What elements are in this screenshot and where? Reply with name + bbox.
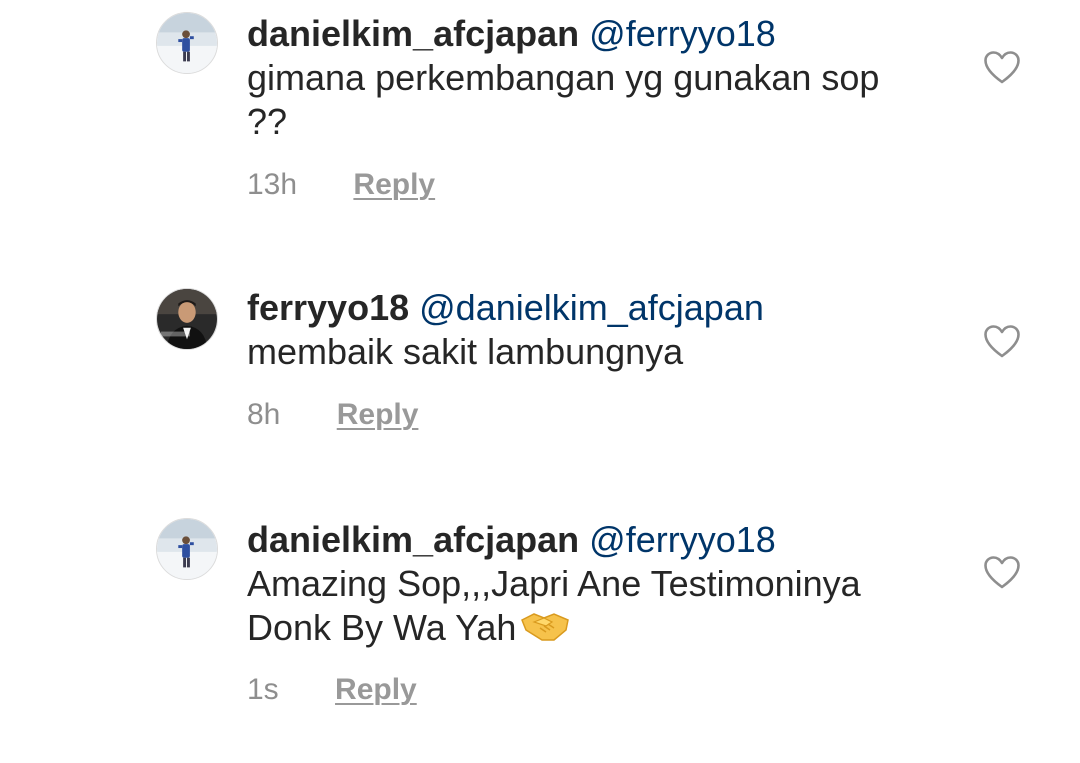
comment-meta: 1s Reply — [247, 672, 417, 708]
comment-username[interactable]: ferryyo18 — [247, 287, 409, 328]
comment-item: danielkim_afcjapan @ferryyo18 gimana per… — [0, 0, 1080, 240]
comment-text-block: ferryyo18 @danielkim_afcjapan membaik sa… — [247, 286, 947, 374]
comment-text-block: danielkim_afcjapan @ferryyo18 Amazing So… — [247, 518, 947, 650]
like-button[interactable] — [984, 51, 1020, 84]
heart-outline-icon — [984, 51, 1020, 84]
like-button[interactable] — [984, 556, 1020, 589]
avatar[interactable] — [156, 12, 218, 74]
comment-body: membaik sakit lambungnya — [247, 331, 684, 372]
comment-mention[interactable]: @ferryyo18 — [589, 519, 776, 560]
avatar-person-snow-icon — [157, 519, 217, 579]
comment-item: danielkim_afcjapan @ferryyo18 Amazing So… — [0, 510, 1080, 763]
comment-body: gimana perkembangan yg gunakan sop ?? — [247, 57, 880, 142]
avatar[interactable] — [156, 288, 218, 350]
avatar[interactable] — [156, 518, 218, 580]
heart-outline-icon — [984, 556, 1020, 589]
like-button[interactable] — [984, 325, 1020, 358]
comment-username[interactable]: danielkim_afcjapan — [247, 13, 579, 54]
comment-mention[interactable]: @ferryyo18 — [589, 13, 776, 54]
comment-timestamp: 8h — [247, 398, 281, 431]
comment-username[interactable]: danielkim_afcjapan — [247, 519, 579, 560]
heart-outline-icon — [984, 325, 1020, 358]
comment-mention[interactable]: @danielkim_afcjapan — [419, 287, 764, 328]
comment-meta: 13h Reply — [247, 167, 435, 203]
comment-item: ferryyo18 @danielkim_afcjapan membaik sa… — [0, 280, 1080, 480]
comment-timestamp: 13h — [247, 168, 298, 201]
comment-meta: 8h Reply — [247, 397, 418, 433]
reply-button[interactable]: Reply — [335, 672, 417, 708]
reply-button[interactable]: Reply — [353, 167, 435, 203]
avatar-person-suit-icon — [157, 289, 217, 349]
reply-button[interactable]: Reply — [337, 397, 419, 433]
handshake-emoji-icon — [520, 610, 570, 644]
comment-timestamp: 1s — [247, 673, 279, 706]
avatar-person-snow-icon — [157, 13, 217, 73]
comment-text-block: danielkim_afcjapan @ferryyo18 gimana per… — [247, 12, 947, 144]
